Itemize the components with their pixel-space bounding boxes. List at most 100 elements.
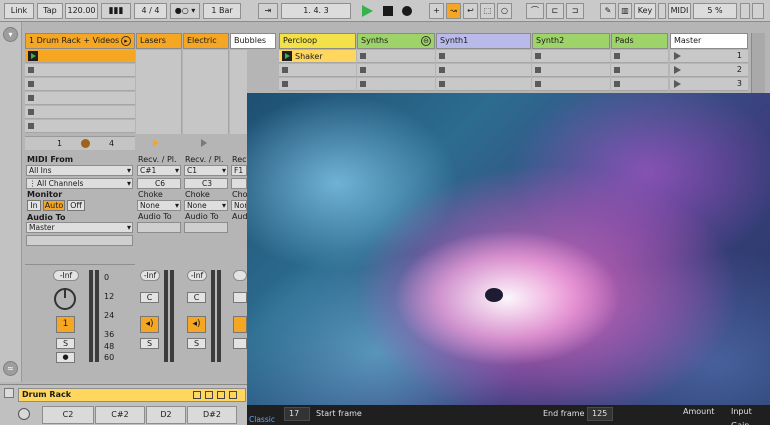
scene-launch[interactable]: 2	[670, 64, 748, 77]
audio-to-select[interactable]	[137, 222, 181, 233]
solo-button[interactable]: S	[140, 338, 159, 349]
track-header-synth1[interactable]: Synth1	[436, 33, 531, 49]
capture-midi-icon[interactable]: ⬚	[480, 3, 495, 19]
audio-to-select[interactable]: Master	[26, 222, 133, 233]
tap-tempo-button[interactable]: Tap	[37, 3, 63, 19]
record-arm-icon[interactable]: ●	[56, 352, 75, 363]
browser-toggle-icon[interactable]: ▾	[3, 27, 18, 42]
clip-slot[interactable]	[25, 106, 135, 119]
monitor-in-button[interactable]: In	[27, 200, 41, 211]
clip-slot[interactable]	[279, 78, 356, 91]
scene-launch[interactable]: 3	[670, 78, 748, 91]
device-toggle-icon[interactable]	[4, 388, 14, 398]
punch-in-icon[interactable]: ⊏	[546, 3, 564, 19]
stop-clip-icon[interactable]	[282, 81, 288, 87]
choke-select[interactable]: None	[184, 200, 228, 211]
receive-note-select[interactable]: C#1	[137, 165, 181, 176]
clip-slot[interactable]	[357, 64, 435, 77]
audio-to-select[interactable]	[184, 222, 228, 233]
stop-clip-icon[interactable]	[439, 67, 445, 73]
midi-map-button[interactable]: MIDI	[668, 3, 691, 19]
macro-view-icon[interactable]	[193, 391, 201, 399]
punch-out-icon[interactable]: ⊐	[566, 3, 584, 19]
clip-slot[interactable]	[25, 92, 135, 105]
chain-list-icon[interactable]	[205, 391, 213, 399]
key-map-button[interactable]: Key	[634, 3, 656, 19]
track-header-drum-rack[interactable]: 1 Drum Rack + Videos ▸	[25, 33, 135, 49]
track-header-synth2[interactable]: Synth2	[532, 33, 610, 49]
track-header-bubbles[interactable]: Bubbles	[230, 33, 276, 49]
draw-mode-icon[interactable]: ✎	[600, 3, 616, 19]
stop-clip-icon[interactable]	[614, 53, 620, 59]
scene-launch[interactable]: 1	[670, 50, 748, 63]
track-header-lasers[interactable]: Lasers	[136, 33, 182, 49]
stop-clip-icon[interactable]	[535, 81, 541, 87]
stop-clip-icon[interactable]	[28, 67, 34, 73]
stop-clip-icon[interactable]	[614, 67, 620, 73]
metronome-icon[interactable]: ●○ ▾	[170, 3, 200, 19]
record-icon[interactable]	[402, 6, 412, 16]
clip-slot[interactable]	[611, 78, 668, 91]
loop-switch-icon[interactable]: ⌒	[526, 3, 544, 19]
clip-slot[interactable]	[436, 64, 531, 77]
receive-note-select[interactable]: C1	[184, 165, 228, 176]
midi-channel-select[interactable]: ⋮ All Channels	[26, 178, 133, 189]
solo-button[interactable]: S	[56, 338, 75, 349]
nudge-icon[interactable]: ▮▮▮	[101, 3, 131, 19]
stop-clip-icon[interactable]	[360, 81, 366, 87]
drum-pad[interactable]: D#2	[187, 406, 237, 424]
stop-clip-icon[interactable]	[28, 109, 34, 115]
stop-clip-icon[interactable]	[28, 123, 34, 129]
tempo-field[interactable]: 120.00	[65, 3, 98, 19]
arrangement-position[interactable]: 1. 4. 3	[281, 3, 351, 19]
monitor-off-button[interactable]: Off	[67, 200, 85, 211]
stop-clip-icon[interactable]	[439, 53, 445, 59]
computer-keyboard-icon[interactable]: ▥	[618, 3, 632, 19]
stop-clip-icon[interactable]	[28, 81, 34, 87]
clip-slot[interactable]	[436, 78, 531, 91]
clip-slot[interactable]	[25, 120, 135, 133]
play-icon[interactable]	[362, 5, 373, 17]
volume-field[interactable]: -Inf	[187, 270, 207, 281]
clip-play-icon[interactable]	[28, 51, 38, 61]
scene-play-icon[interactable]	[674, 66, 681, 74]
overdub-icon[interactable]: +	[429, 3, 444, 19]
clip-slot[interactable]	[532, 64, 610, 77]
stop-clip-icon[interactable]	[28, 95, 34, 101]
time-signature-field[interactable]: 4 / 4	[134, 3, 167, 19]
track-header-electric[interactable]: Electric	[183, 33, 229, 49]
device-list-icon[interactable]	[217, 391, 225, 399]
stop-clip-icon[interactable]	[282, 67, 288, 73]
clip-slot[interactable]	[436, 50, 531, 63]
pad-view-icon[interactable]	[229, 391, 237, 399]
cue-button[interactable]: C	[140, 292, 159, 303]
track-header-percloop[interactable]: Percloop	[279, 33, 356, 49]
clip-slot[interactable]	[532, 50, 610, 63]
clip-slot[interactable]	[532, 78, 610, 91]
knob-icon[interactable]	[81, 139, 90, 148]
follow-icon[interactable]: ⇥	[258, 3, 278, 19]
stop-clip-icon[interactable]	[360, 67, 366, 73]
power-icon[interactable]	[18, 408, 30, 420]
speaker-icon[interactable]: ◂)	[140, 316, 159, 333]
session-record-icon[interactable]: ○	[497, 3, 512, 19]
quantize-select[interactable]: 1 Bar	[203, 3, 241, 19]
volume-field[interactable]	[233, 270, 247, 281]
choke-select[interactable]: None	[137, 200, 181, 211]
pan-knob-icon[interactable]	[54, 288, 76, 310]
stop-icon[interactable]	[383, 6, 393, 16]
automation-arm-icon[interactable]: ↝	[446, 3, 461, 19]
clip-slot[interactable]	[25, 64, 135, 77]
clip-slot[interactable]	[25, 50, 135, 63]
audio-to-channel-select[interactable]	[26, 235, 133, 246]
track-header-master[interactable]: Master	[670, 33, 748, 49]
speaker-icon[interactable]	[233, 316, 247, 333]
monitor-auto-button[interactable]: Auto	[43, 200, 65, 211]
volume-field[interactable]: -Inf	[140, 270, 160, 281]
drum-pad[interactable]: C2	[42, 406, 94, 424]
group-fold-icon[interactable]: ⊖	[421, 36, 431, 46]
link-button[interactable]: Link	[4, 3, 34, 19]
group-fold-icon[interactable]: ▸	[121, 36, 131, 46]
stop-clip-icon[interactable]	[360, 53, 366, 59]
stop-clip-icon[interactable]	[535, 53, 541, 59]
